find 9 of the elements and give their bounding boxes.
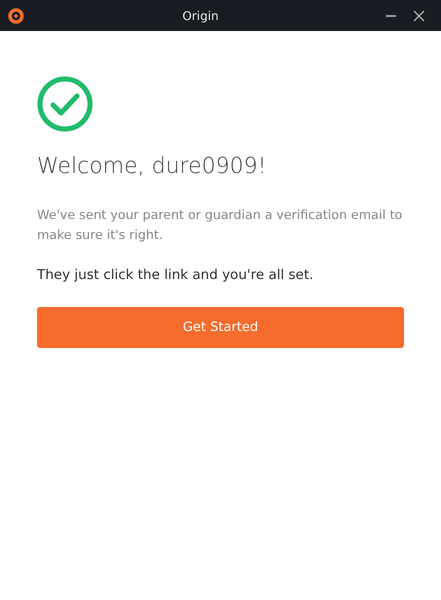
close-icon[interactable]: [413, 10, 425, 22]
instruction-text: They just click the link and you're all set.: [37, 266, 314, 285]
minimize-icon[interactable]: [386, 14, 396, 16]
app-logo-icon: [8, 8, 24, 24]
get-started-button[interactable]: Get Started: [37, 307, 404, 348]
check-circle-icon: [37, 76, 93, 132]
verification-message: We've sent your parent or guardian a verification email to make sure it's right.: [37, 206, 404, 244]
welcome-heading: Welcome, dure0909!: [37, 154, 266, 179]
window-title: Origin: [182, 8, 219, 22]
